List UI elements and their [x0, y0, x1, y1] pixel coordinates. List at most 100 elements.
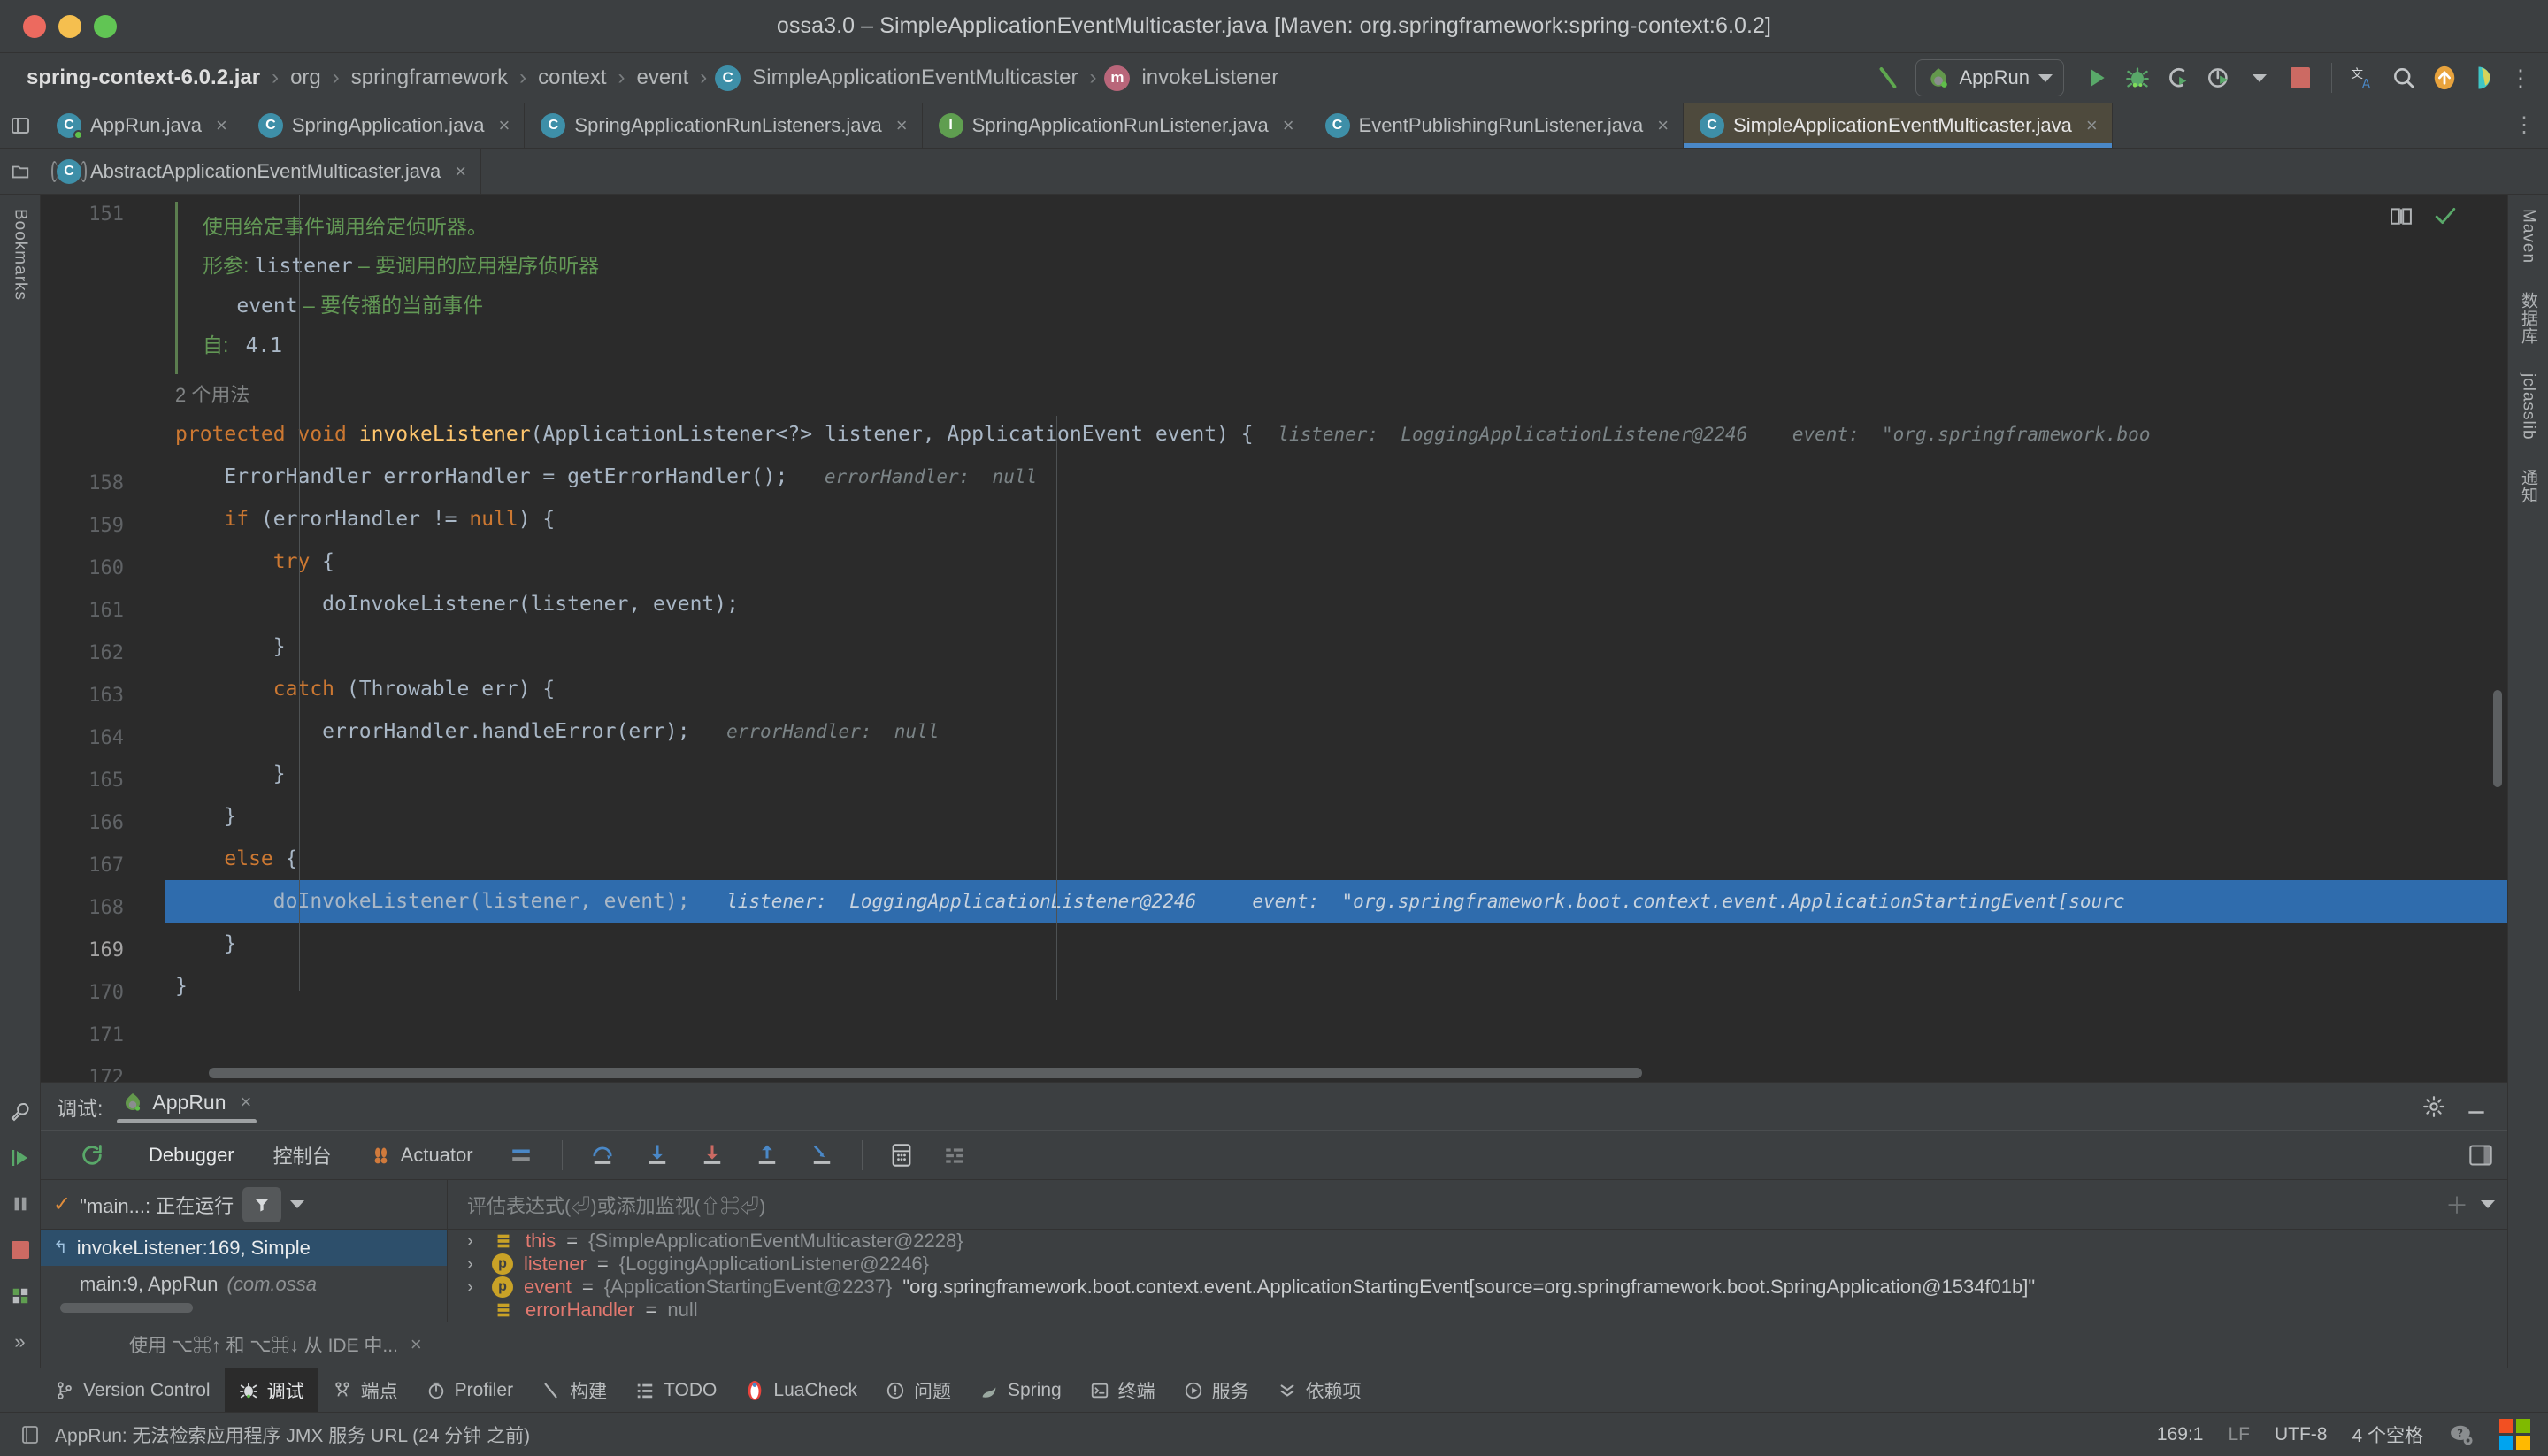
code-line-168[interactable]: else {: [165, 838, 2507, 880]
tool-window-profiler[interactable]: Profiler: [412, 1368, 528, 1412]
editor-vertical-scrollbar[interactable]: [2493, 690, 2502, 787]
bookmarks-rail-label[interactable]: Bookmarks: [11, 203, 30, 306]
profiler-dropdown-icon[interactable]: [2239, 57, 2280, 98]
tool-window-todo[interactable]: TODO: [621, 1368, 731, 1412]
event-log-icon[interactable]: [19, 1424, 41, 1445]
tool-window-terminal[interactable]: 终端: [1076, 1368, 1170, 1412]
status-message[interactable]: AppRun: 无法检索应用程序 JMX 服务 URL (24 分钟 之前): [55, 1422, 530, 1448]
code-line-166[interactable]: }: [165, 753, 2507, 795]
minimize-window-button[interactable]: [58, 14, 81, 38]
tool-window-luacheck[interactable]: LuaCheck: [731, 1368, 871, 1412]
frame-item-main[interactable]: main:9, AppRun (com.ossa: [41, 1266, 447, 1302]
tool-window-dependencies[interactable]: 依赖项: [1263, 1368, 1376, 1412]
editor-tab-springapplication[interactable]: C SpringApplication.java ×: [242, 103, 526, 148]
windows-logo-icon[interactable]: [2499, 1419, 2530, 1450]
code-editor[interactable]: 151 158 159 160 161 162 163 164 165 166 …: [41, 195, 2507, 1082]
breadcrumb-item-context[interactable]: context: [534, 63, 610, 93]
reader-mode-icon[interactable]: [2389, 205, 2414, 226]
tool-window-version-control[interactable]: Version Control: [41, 1368, 225, 1412]
breadcrumb-item-event[interactable]: event: [633, 63, 693, 93]
debug-icon[interactable]: [2117, 57, 2158, 98]
frame-item-invokelistener[interactable]: ↰ invokeListener:169, Simple: [41, 1230, 447, 1267]
usages-hint[interactable]: 2 个用法: [175, 374, 2507, 413]
tool-window-debug[interactable]: 调试: [224, 1368, 318, 1412]
close-icon[interactable]: ×: [1283, 114, 1294, 137]
stop-icon[interactable]: [5, 1235, 35, 1265]
translate-icon[interactable]: 文A: [2343, 57, 2383, 98]
variable-row-event[interactable]: › p event = {ApplicationStartingEvent@22…: [448, 1276, 2507, 1299]
code-line-163[interactable]: }: [165, 625, 2507, 668]
code-line-167[interactable]: }: [165, 795, 2507, 838]
chevron-right-icon[interactable]: ›: [467, 1254, 481, 1275]
variable-row-listener[interactable]: › p listener = {LoggingApplicationListen…: [448, 1253, 2507, 1276]
filter-icon[interactable]: [242, 1186, 282, 1222]
tool-window-build[interactable]: 构建: [527, 1368, 621, 1412]
debugger-tab-actuator[interactable]: Actuator: [351, 1144, 493, 1167]
editor-tab-eventpublishingrunlistener[interactable]: C EventPublishingRunListener.java ×: [1309, 103, 1685, 148]
run-to-cursor-icon[interactable]: [794, 1142, 849, 1169]
hammer-icon[interactable]: [1868, 57, 1908, 98]
search-icon[interactable]: [2383, 57, 2424, 98]
code-line-171[interactable]: }: [165, 965, 2507, 1008]
code-line-160[interactable]: if (errorHandler != null) {: [165, 498, 2507, 540]
breadcrumb-item-jar[interactable]: spring-context-6.0.2.jar: [23, 63, 264, 93]
close-icon[interactable]: ×: [1657, 114, 1669, 137]
code-line-159[interactable]: ErrorHandler errorHandler = getErrorHand…: [165, 456, 2507, 498]
caret-position[interactable]: 169:1: [2157, 1424, 2204, 1445]
jclasslib-rail-label[interactable]: jclasslib: [2519, 368, 2538, 446]
run-configuration-selector[interactable]: AppRun: [1915, 59, 2064, 96]
code-line-158[interactable]: protected void invokeListener(Applicatio…: [165, 413, 2507, 456]
evaluate-expression-icon[interactable]: [875, 1143, 928, 1168]
folder-icon[interactable]: [0, 149, 41, 194]
tool-window-services[interactable]: 服务: [1170, 1368, 1263, 1412]
update-available-icon[interactable]: [2424, 57, 2465, 98]
editor-tab-simpleapplicationeventmulticaster[interactable]: C SimpleApplicationEventMulticaster.java…: [1684, 103, 2113, 148]
chevron-down-icon[interactable]: [2481, 1200, 2495, 1208]
chevron-right-icon[interactable]: ›: [467, 1277, 481, 1298]
tool-window-endpoints[interactable]: 端点: [318, 1368, 412, 1412]
variable-row-errorhandler[interactable]: errorHandler = null: [448, 1299, 2507, 1322]
step-over-icon[interactable]: [575, 1142, 630, 1169]
layout-icon[interactable]: [5, 1281, 35, 1311]
editor-gutter[interactable]: 151 158 159 160 161 162 163 164 165 166 …: [41, 195, 165, 1082]
more-options-icon[interactable]: ⋮: [2506, 57, 2536, 98]
close-icon[interactable]: ×: [499, 114, 510, 137]
rerun-icon[interactable]: [80, 1143, 104, 1168]
editor-tab-springapplicationrunlistener[interactable]: I SpringApplicationRunListener.java ×: [922, 103, 1309, 148]
indent-setting[interactable]: 4 个空格: [2352, 1422, 2423, 1448]
file-encoding[interactable]: UTF-8: [2275, 1424, 2328, 1445]
step-into-icon[interactable]: [630, 1142, 685, 1169]
line-separator[interactable]: LF: [2228, 1424, 2250, 1445]
profiler-icon[interactable]: [2199, 57, 2239, 98]
step-out-icon[interactable]: [740, 1142, 794, 1169]
editor-tab-abstractapplicationeventmulticaster[interactable]: C AbstractApplicationEventMulticaster.ja…: [41, 149, 482, 194]
inspections-ok-icon[interactable]: [2433, 205, 2458, 226]
thread-selector[interactable]: ✓ "main...: 正在运行: [41, 1180, 447, 1230]
close-window-button[interactable]: [23, 14, 46, 38]
close-icon[interactable]: ×: [411, 1333, 422, 1356]
close-icon[interactable]: ×: [216, 114, 227, 137]
code-line-170[interactable]: }: [165, 923, 2507, 965]
code-line-165[interactable]: errorHandler.handleError(err); errorHand…: [165, 710, 2507, 753]
close-icon[interactable]: ×: [241, 1091, 252, 1114]
tool-window-spring[interactable]: Spring: [965, 1368, 1076, 1412]
run-with-coverage-icon[interactable]: [2158, 57, 2199, 98]
code-line-161[interactable]: try {: [165, 540, 2507, 583]
frames-horizontal-scrollbar[interactable]: [60, 1302, 193, 1313]
breadcrumb-item-class[interactable]: C SimpleApplicationEventMulticaster: [715, 63, 1081, 93]
chevron-right-icon[interactable]: ›: [467, 1231, 481, 1252]
force-step-into-icon[interactable]: [685, 1142, 740, 1169]
debug-session-tab[interactable]: AppRun ×: [115, 1091, 258, 1123]
minimize-icon[interactable]: [2465, 1095, 2488, 1118]
expand-rail-icon[interactable]: »: [5, 1327, 35, 1357]
project-tool-icon[interactable]: [0, 103, 41, 148]
close-icon[interactable]: ×: [455, 160, 466, 183]
stop-icon[interactable]: [2280, 57, 2321, 98]
wrench-icon[interactable]: [5, 1097, 35, 1127]
code-line-169-current[interactable]: doInvokeListener(listener, event); liste…: [165, 880, 2507, 923]
pause-icon[interactable]: [5, 1189, 35, 1219]
close-icon[interactable]: ×: [2086, 114, 2098, 137]
code-line-162[interactable]: doInvokeListener(listener, event);: [165, 583, 2507, 625]
breadcrumb-item-org[interactable]: org: [287, 63, 325, 93]
layout-settings-icon[interactable]: [2468, 1144, 2493, 1167]
